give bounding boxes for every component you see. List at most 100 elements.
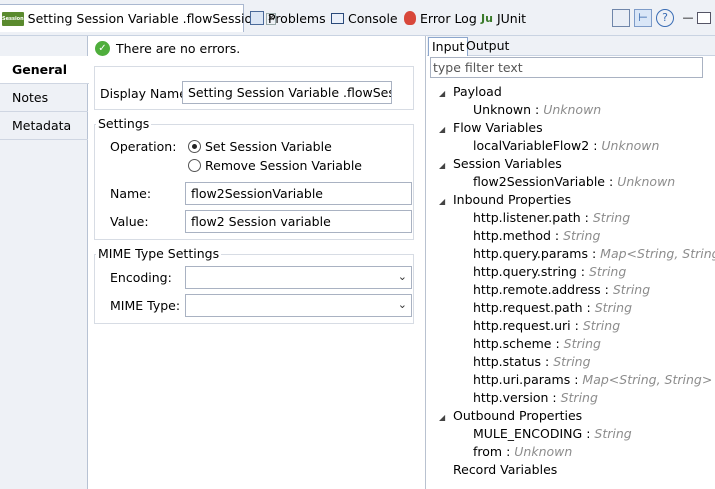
tree-item-type: Unknown [543, 102, 602, 117]
tree-item-type: String [592, 210, 631, 225]
type-separator: : [600, 282, 613, 297]
minimize-icon[interactable]: — [679, 9, 697, 27]
tree-item-type: String [563, 336, 601, 351]
radio-selected-icon [188, 140, 201, 153]
tree-item[interactable]: http.version : String [473, 389, 598, 407]
set-session-variable-label: Set Session Variable [205, 139, 332, 154]
display-name-field[interactable]: Setting Session Variable .flowSession [182, 81, 392, 104]
tree-group[interactable]: ◢ Session Variables [439, 155, 562, 173]
tree-item-type: Map<String, String> [582, 372, 713, 387]
tree-item[interactable]: MULE_ENCODING : String [473, 425, 632, 443]
tree-item[interactable]: from : Unknown [473, 443, 572, 461]
sidebar-item-general[interactable]: General [0, 56, 89, 84]
tab-problems-label: Problems [268, 10, 326, 26]
remove-session-variable-radio[interactable]: Remove Session Variable [188, 158, 362, 173]
expanded-arrow-icon[interactable]: ◢ [439, 157, 449, 175]
sidebar-item-notes[interactable]: Notes [0, 84, 88, 112]
mime-type-select[interactable]: ⌄ [185, 294, 412, 317]
tree-group[interactable]: ◢ Flow Variables [439, 119, 543, 137]
tree-item-type: Map<String, String> [600, 246, 715, 261]
type-separator: : [551, 336, 564, 351]
session-icon: Session [2, 11, 24, 26]
expanded-arrow-icon[interactable]: ◢ [439, 121, 449, 139]
type-separator: : [582, 426, 595, 441]
filter-input[interactable]: type filter text [430, 57, 703, 78]
tab-session-variable[interactable]: Session Setting Session Variable .flowSe… [0, 4, 277, 32]
tab-console[interactable]: Console [331, 6, 398, 30]
tree-item[interactable]: http.query.string : String [473, 263, 626, 281]
type-separator: : [580, 210, 593, 225]
expanded-arrow-icon[interactable]: ◢ [439, 409, 449, 427]
tree-item[interactable]: http.scheme : String [473, 335, 601, 353]
type-separator: : [531, 102, 544, 117]
tree-item[interactable]: flow2SessionVariable : Unknown [473, 173, 675, 191]
tree-group[interactable]: ◢ Payload [439, 83, 502, 101]
error-log-icon [404, 11, 416, 25]
tree-item[interactable]: http.listener.path : String [473, 209, 630, 227]
value-field[interactable]: flow2 Session variable [185, 210, 412, 233]
name-label: Name: [110, 186, 152, 201]
tree-item-type: String [582, 318, 621, 333]
tree-item-type: String [594, 300, 633, 315]
tree-item-label: Inbound Properties [453, 192, 572, 207]
tree-item-label: http.uri.params [473, 372, 571, 387]
tree-group[interactable]: ◢ Inbound Properties [439, 191, 571, 209]
name-field[interactable]: flow2SessionVariable [185, 182, 412, 205]
tab-error-log[interactable]: Error Log [404, 6, 477, 30]
maximize-icon[interactable] [697, 12, 711, 24]
tree-item[interactable]: http.request.uri : String [473, 317, 620, 335]
type-separator: : [502, 444, 515, 459]
display-name-label: Display Name: [100, 86, 192, 101]
mime-type-title: MIME Type Settings [96, 246, 222, 261]
tree-item[interactable]: http.remote.address : String [473, 281, 650, 299]
tree-item-type: Unknown [601, 138, 660, 153]
tree-item-label: http.remote.address [473, 282, 601, 297]
tree-item-label: http.method [473, 228, 551, 243]
help-icon[interactable]: ? [656, 9, 674, 27]
tab-session-variable-label: Setting Session Variable .flowSession [27, 11, 261, 26]
tree-item-type: String [594, 426, 632, 441]
tree-item-label: Outbound Properties [453, 408, 583, 423]
expanded-arrow-icon[interactable]: ◢ [439, 193, 449, 211]
sidebar-item-label: General [12, 62, 67, 77]
tree-item-label: localVariableFlow2 [473, 138, 590, 153]
tree-item[interactable]: http.query.params : Map<String, String> [473, 245, 715, 263]
type-separator: : [570, 318, 583, 333]
sidebar: General Notes Metadata [0, 36, 89, 489]
sidebar-item-metadata[interactable]: Metadata [0, 112, 88, 140]
expanded-arrow-icon[interactable]: ◢ [439, 85, 449, 103]
tab-error-log-label: Error Log [420, 10, 477, 26]
settings-title: Settings [96, 116, 152, 131]
tree-item-label: http.query.params [473, 246, 588, 261]
type-separator: : [541, 354, 554, 369]
tree-item[interactable]: http.status : String [473, 353, 591, 371]
tree-group[interactable]: Record Variables [439, 461, 557, 479]
tree-item[interactable]: http.method : String [473, 227, 600, 245]
tree-icon[interactable]: ⊢ [634, 9, 652, 27]
set-session-variable-radio[interactable]: Set Session Variable [188, 139, 332, 154]
tree-item[interactable]: localVariableFlow2 : Unknown [473, 137, 659, 155]
junit-icon: Ju [481, 11, 493, 25]
tree-item[interactable]: http.uri.params : Map<String, String> [473, 371, 712, 389]
tree-item[interactable]: Unknown : Unknown [473, 101, 601, 119]
chevron-down-icon: ⌄ [397, 270, 407, 283]
radio-unselected-icon [188, 159, 201, 172]
tree-item-label: MULE_ENCODING [473, 426, 583, 441]
tree-item[interactable]: http.request.path : String [473, 299, 632, 317]
tree-group[interactable]: ◢ Outbound Properties [439, 407, 582, 425]
save-icon[interactable] [612, 9, 630, 27]
status-message: There are no errors. [116, 40, 241, 56]
tab-junit[interactable]: Ju JUnit [481, 6, 526, 30]
tree-item-label: http.query.string [473, 264, 577, 279]
tab-output[interactable]: Output [463, 37, 512, 56]
remove-session-variable-label: Remove Session Variable [205, 158, 362, 173]
tree-item-label: Record Variables [453, 462, 558, 477]
encoding-select[interactable]: ⌄ [185, 266, 412, 289]
tree-item-label: http.request.path [473, 300, 583, 315]
tab-problems[interactable]: Problems [250, 6, 326, 30]
type-separator: : [605, 174, 618, 189]
tree-item-label: Unknown [473, 102, 532, 117]
tree-item-type: Unknown [617, 174, 676, 189]
type-separator: : [588, 246, 601, 261]
type-separator: : [548, 390, 561, 405]
